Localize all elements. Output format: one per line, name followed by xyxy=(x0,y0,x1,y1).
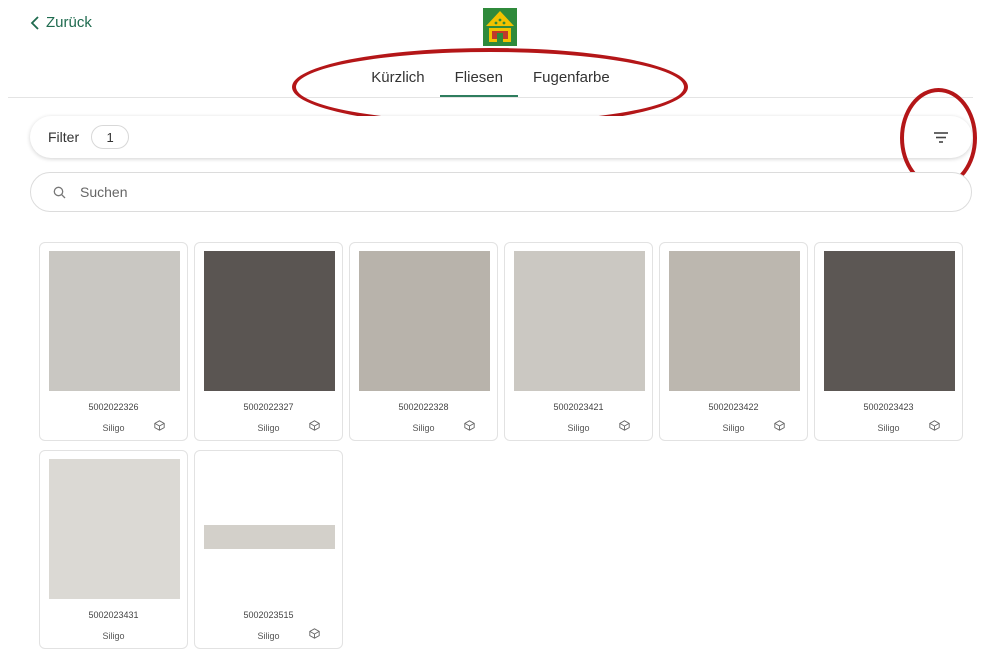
tile-image xyxy=(669,251,800,391)
product-code: 5002023421 xyxy=(553,402,604,412)
tile-3d-icon[interactable] xyxy=(929,420,940,431)
back-button[interactable]: Zurück xyxy=(30,14,92,31)
filter-label: Filter xyxy=(48,129,80,145)
filter-bar[interactable]: Filter 1 xyxy=(30,116,972,158)
product-card[interactable]: 5002022327 Siligo xyxy=(194,242,343,441)
product-code: 5002022328 xyxy=(398,402,449,412)
product-code: 5002023423 xyxy=(863,402,914,412)
tab-kürzlich[interactable]: Kürzlich xyxy=(356,66,439,97)
product-card[interactable]: 5002023431 Siligo xyxy=(39,450,188,649)
tile-image xyxy=(204,251,335,391)
product-card[interactable]: 5002023423 Siligo xyxy=(814,242,963,441)
search-bar[interactable] xyxy=(30,172,972,212)
tile-3d-icon[interactable] xyxy=(464,420,475,431)
search-input[interactable] xyxy=(78,183,882,201)
tabs-divider xyxy=(8,97,973,98)
chevron-left-icon xyxy=(30,15,39,30)
tab-fliesen[interactable]: Fliesen xyxy=(439,66,519,97)
product-brand: Siligo xyxy=(102,631,125,641)
product-card[interactable]: 5002023421 Siligo xyxy=(504,242,653,441)
tile-3d-icon[interactable] xyxy=(774,420,785,431)
tile-image xyxy=(359,251,490,391)
product-code: 5002022327 xyxy=(243,402,294,412)
tile-image xyxy=(514,251,645,391)
tile-3d-icon[interactable] xyxy=(309,628,320,639)
product-card[interactable]: 5002023422 Siligo xyxy=(659,242,808,441)
tile-3d-icon[interactable] xyxy=(309,420,320,431)
tile-3d-icon[interactable] xyxy=(154,420,165,431)
product-code: 5002023431 xyxy=(88,610,139,620)
product-card[interactable]: 5002023515 Siligo xyxy=(194,450,343,649)
search-icon xyxy=(53,186,66,198)
back-label: Zurück xyxy=(46,14,92,31)
filter-lines-icon[interactable] xyxy=(932,129,950,145)
tile-image xyxy=(204,459,335,599)
brand-logo xyxy=(483,8,517,46)
product-code: 5002023515 xyxy=(243,610,294,620)
tab-fugenfarbe[interactable]: Fugenfarbe xyxy=(518,66,625,97)
product-code: 5002023422 xyxy=(708,402,759,412)
tile-3d-icon[interactable] xyxy=(619,420,630,431)
product-code: 5002022326 xyxy=(88,402,139,412)
tile-image xyxy=(49,251,180,391)
filter-count-badge[interactable]: 1 xyxy=(91,125,130,149)
tile-image xyxy=(49,459,180,599)
category-tabs: Kürzlich Fliesen Fugenfarbe xyxy=(0,66,981,98)
product-card[interactable]: 5002022328 Siligo xyxy=(349,242,498,441)
tile-image xyxy=(824,251,955,391)
product-card[interactable]: 5002022326 Siligo xyxy=(39,242,188,441)
